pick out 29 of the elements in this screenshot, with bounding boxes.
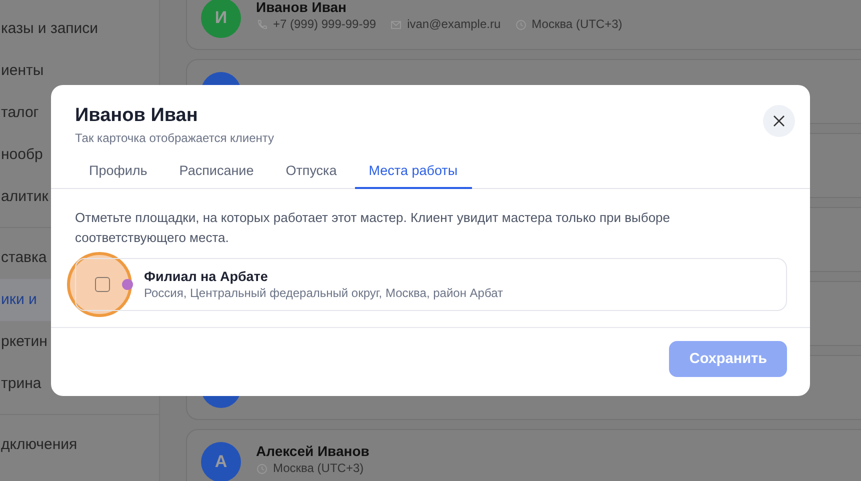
description: Отметьте площадки, на которых работает этот мастер. Клиент увидит мастера только при выборе соответствующего места. [75, 209, 672, 247]
clock-icon [256, 462, 268, 474]
tab[interactable]: Места работы [354, 157, 472, 189]
clock-icon [514, 18, 527, 30]
location-name: Филиал на Арбате [144, 269, 269, 284]
contact-name: Алексей Иванов [256, 443, 370, 459]
timezone: Москва (UTC+3) [273, 461, 364, 476]
contact-card[interactable]: И Иванов Иван +7 (999) 999-99-99 ivan@example.ru Москва (UTC+3) [186, 0, 861, 50]
dialog-title: Иванов Иван [75, 105, 199, 127]
contact-name: Иванов Иван [256, 0, 348, 15]
sidebar-item[interactable]: дключения [0, 424, 159, 466]
close-icon [773, 115, 785, 127]
phone-number: +7 (999) 999-99-99 [273, 17, 376, 32]
checkbox[interactable] [94, 277, 110, 292]
phone-icon [256, 18, 268, 30]
location-address: Россия, Центральный федеральный округ, Москва, район Арбат [144, 286, 503, 300]
tab[interactable]: Отпуска [272, 157, 351, 189]
avatar: А [201, 442, 241, 481]
dialog-subtitle: Так карточка отображается клиенту [75, 131, 274, 145]
close-button[interactable] [763, 105, 795, 137]
mail-icon [390, 18, 402, 30]
timezone: Москва (UTC+3) [532, 17, 622, 32]
email-address: ivan@example.ru [407, 17, 501, 32]
tab[interactable]: Расписание [165, 157, 268, 189]
contact-card[interactable]: А Алексей Иванов Москва (UTC+3) [186, 429, 861, 481]
sidebar-item[interactable]: казы и записи [0, 8, 159, 50]
location-card[interactable]: Филиал на Арбате Россия, Центральный федеральный округ, Москва, район Арбат [75, 258, 787, 311]
avatar: И [201, 0, 241, 38]
tab[interactable]: Профиль [75, 157, 162, 189]
